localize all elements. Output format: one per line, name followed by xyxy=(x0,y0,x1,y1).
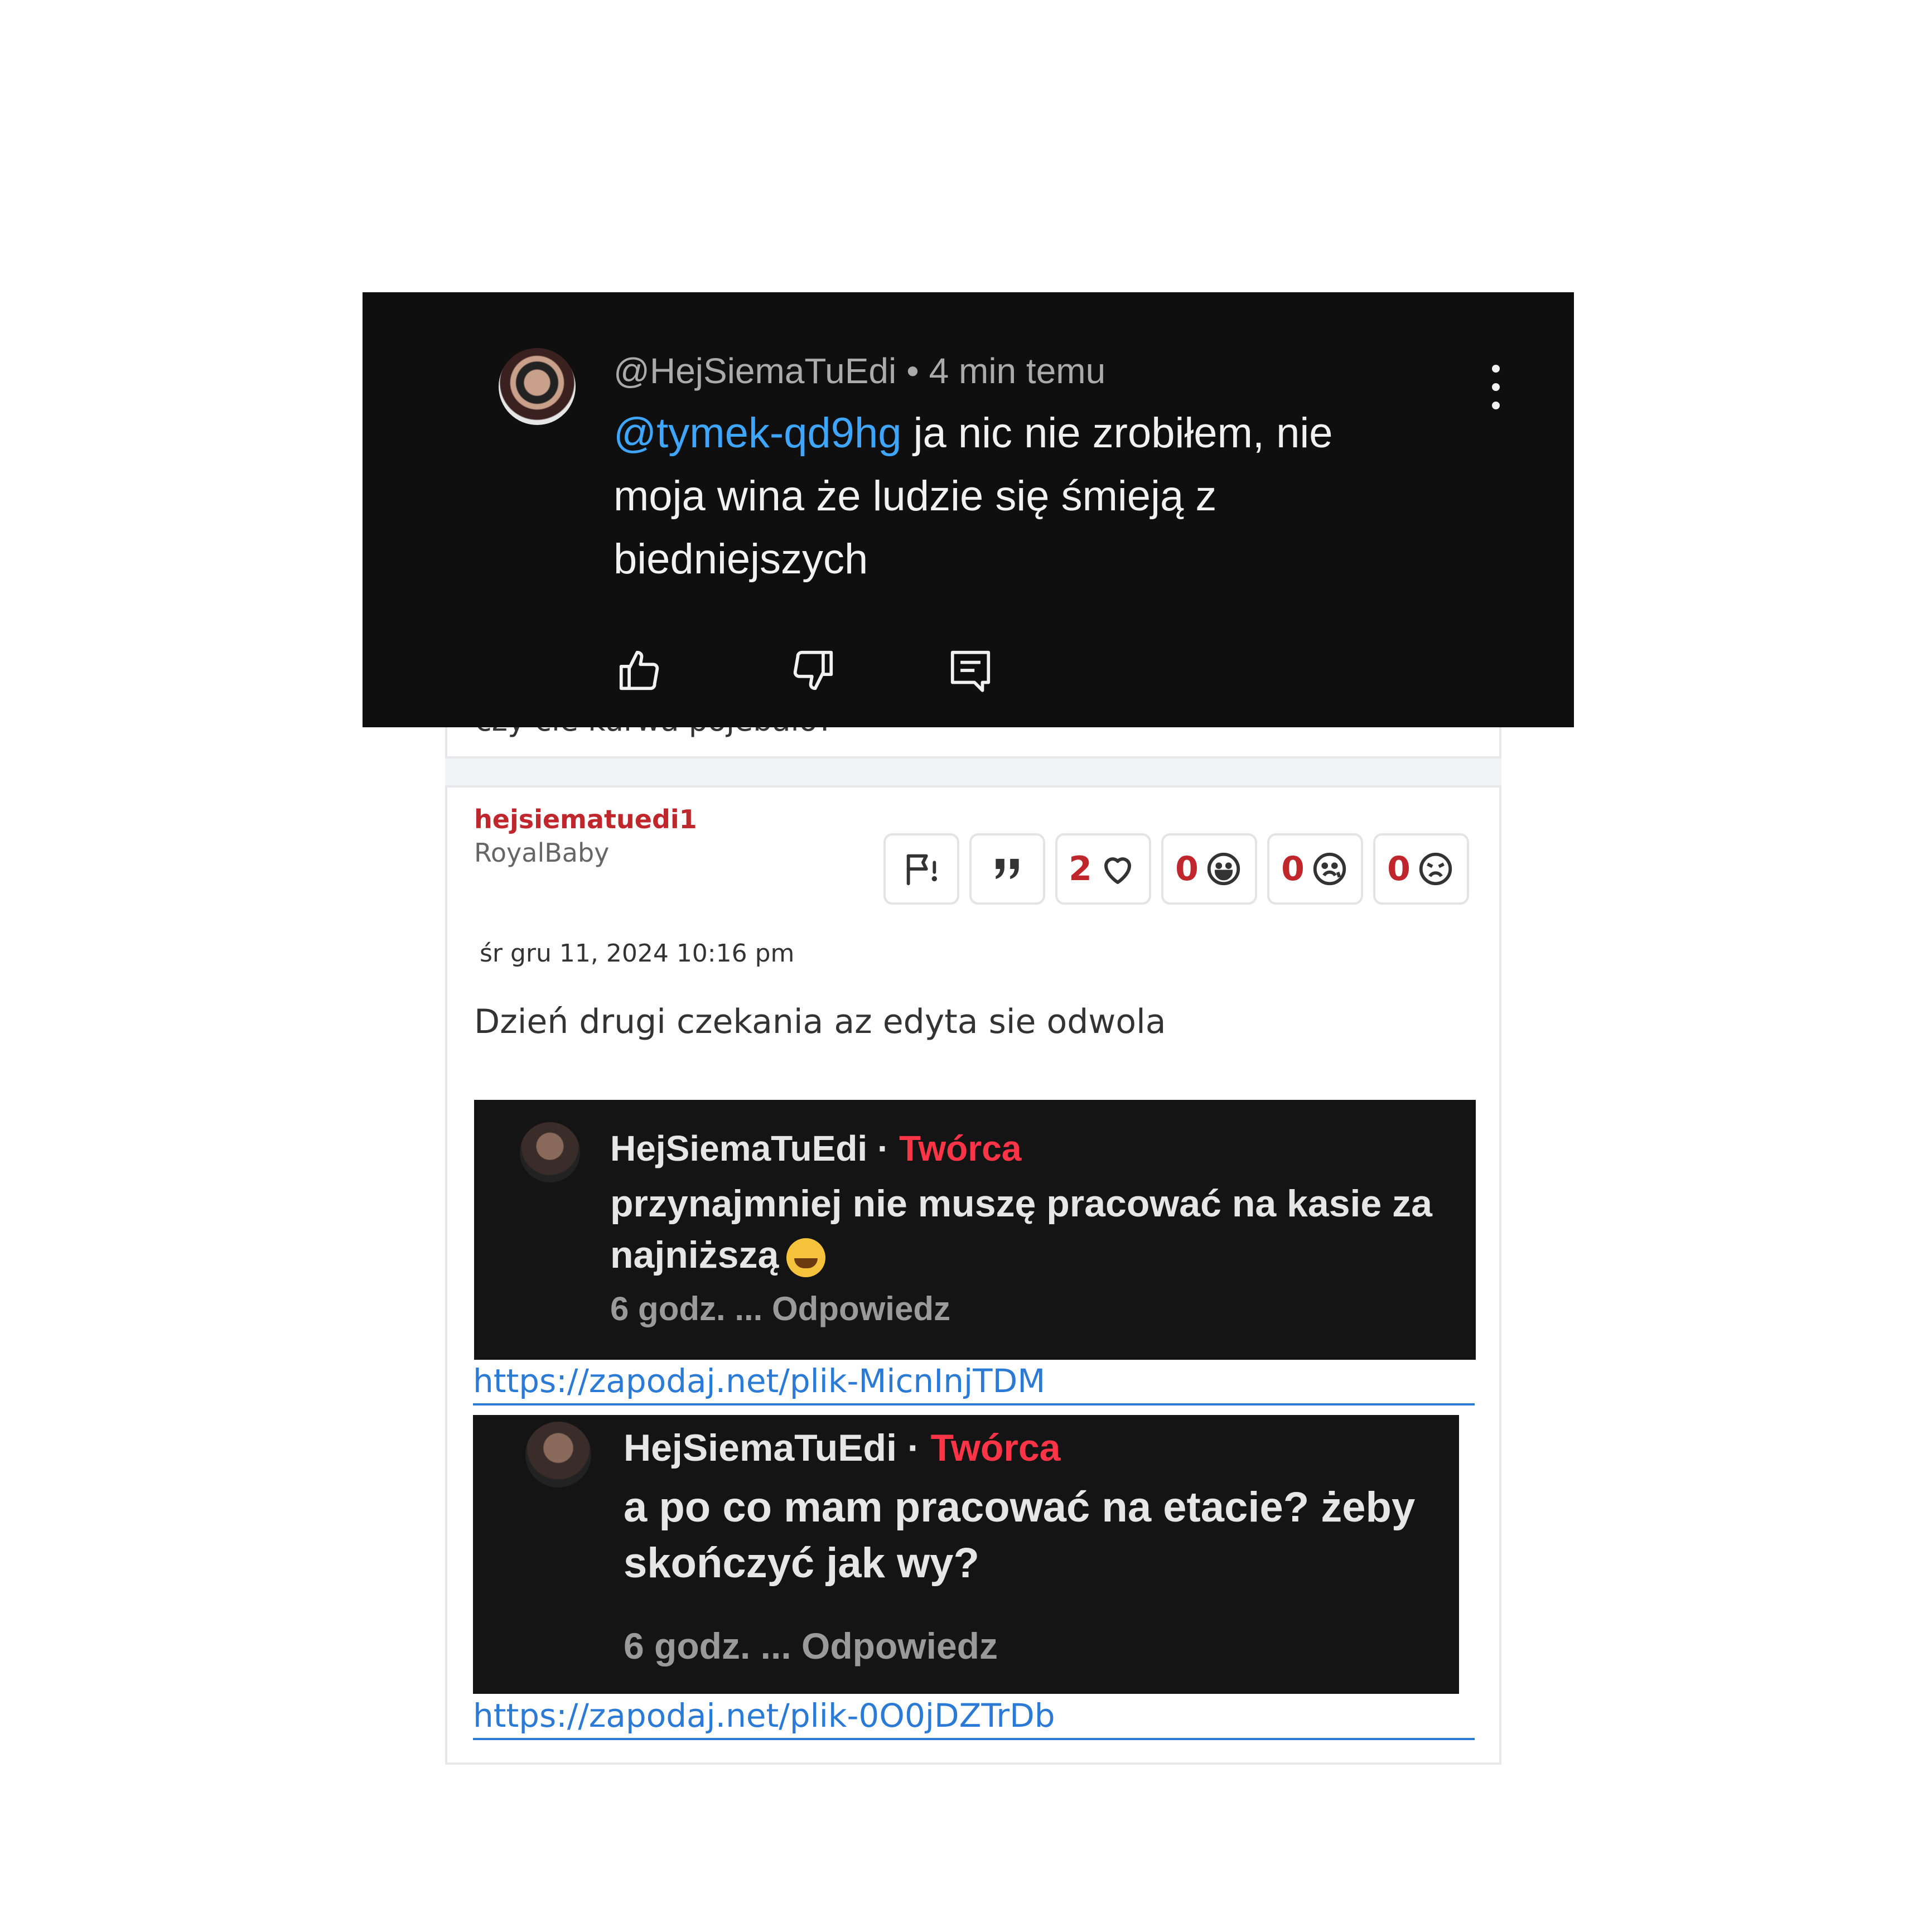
header-dot: · xyxy=(877,1128,890,1168)
comment-header: HejSiemaTuEdi · Twórca xyxy=(610,1128,1021,1169)
image-link-2[interactable]: https://zapodaj.net/plik-0O0jDZTrDb xyxy=(473,1697,1475,1740)
youtube-comment-card: @HejSiemaTuEdi • 4 min temu @tymek-qd9hg j… xyxy=(363,292,1574,727)
post-date: śr gru 11, 2024 10:16 pm xyxy=(480,939,795,968)
comment-meta: 6 godz. ... Odpowiedz xyxy=(610,1290,950,1327)
embedded-comment-image-1: HejSiemaTuEdi · Twórca przynajmniej nie … xyxy=(474,1100,1476,1360)
quote-icon xyxy=(996,858,1019,880)
post-author-rank: RoyalBaby xyxy=(474,838,610,868)
avatar xyxy=(525,1422,591,1487)
report-button[interactable] xyxy=(883,833,959,905)
laugh-count: 0 xyxy=(1175,849,1199,888)
flag-icon xyxy=(906,854,937,886)
sad-reaction-button[interactable]: 0 xyxy=(1267,833,1363,905)
more-vert-icon[interactable] xyxy=(1485,365,1507,409)
comment-text-content: przynajmniej nie muszę pracować na kasie… xyxy=(610,1182,1432,1276)
angry-reaction-button[interactable]: 0 xyxy=(1373,833,1469,905)
sad-count: 0 xyxy=(1281,849,1305,888)
creator-badge: Twórca xyxy=(930,1427,1061,1469)
header-separator: • xyxy=(906,351,919,391)
laugh-reaction-button[interactable]: 0 xyxy=(1161,833,1257,905)
creator-badge: Twórca xyxy=(899,1128,1022,1168)
laugh-face-icon xyxy=(1207,852,1240,886)
avatar[interactable] xyxy=(499,348,576,425)
comment-text: przynajmniej nie muszę pracować na kasie… xyxy=(610,1178,1458,1281)
comment-text: a po co mam pracować na etacie? żeby sko… xyxy=(624,1484,1416,1587)
reply-button[interactable] xyxy=(944,644,997,697)
heart-icon xyxy=(1104,857,1131,884)
like-button[interactable] xyxy=(612,644,666,697)
comment-text: @tymek-qd9hg ja nic nie zrobiłem, nie mo… xyxy=(614,402,1428,591)
comment-time: 4 min temu xyxy=(929,351,1106,391)
comment-meta: 6 godz. ... Odpowiedz xyxy=(624,1625,998,1667)
embedded-comment-image-2: HejSiemaTuEdi · Twórca a po co mam praco… xyxy=(473,1415,1459,1694)
mention-link[interactable]: @tymek-qd9hg xyxy=(614,409,902,457)
dislike-button[interactable] xyxy=(786,644,840,697)
comment-author: HejSiemaTuEdi xyxy=(624,1427,897,1469)
comment-author[interactable]: @HejSiemaTuEdi xyxy=(614,351,896,391)
sad-face-icon xyxy=(1313,852,1346,886)
avatar xyxy=(520,1122,580,1182)
post-body: Dzień drugi czekania az edyta sie odwola xyxy=(474,1002,1166,1041)
like-button[interactable]: 2 xyxy=(1055,833,1151,905)
post-separator xyxy=(445,759,1501,785)
like-count: 2 xyxy=(1069,849,1092,888)
image-link-1[interactable]: https://zapodaj.net/plik-MicnInjTDM xyxy=(473,1362,1475,1405)
angry-count: 0 xyxy=(1387,849,1411,888)
comment-header: @HejSiemaTuEdi • 4 min temu xyxy=(614,350,1105,392)
comment-header: HejSiemaTuEdi · Twórca xyxy=(624,1426,1060,1470)
forum-post: hejsiematuedi1 RoyalBaby 2 0 0 0 śr gru … xyxy=(445,785,1501,1765)
header-dot: · xyxy=(907,1427,920,1469)
reply-icon xyxy=(950,650,991,692)
laughing-emoji-icon xyxy=(786,1238,826,1278)
thumbs-up-icon xyxy=(619,650,659,690)
quote-button[interactable] xyxy=(969,833,1045,905)
angry-face-icon xyxy=(1419,852,1452,886)
post-actions: 2 0 0 0 xyxy=(883,833,1469,905)
comment-author: HejSiemaTuEdi xyxy=(610,1128,868,1168)
thumbs-down-icon xyxy=(793,650,833,690)
post-author-link[interactable]: hejsiematuedi1 xyxy=(474,804,697,834)
